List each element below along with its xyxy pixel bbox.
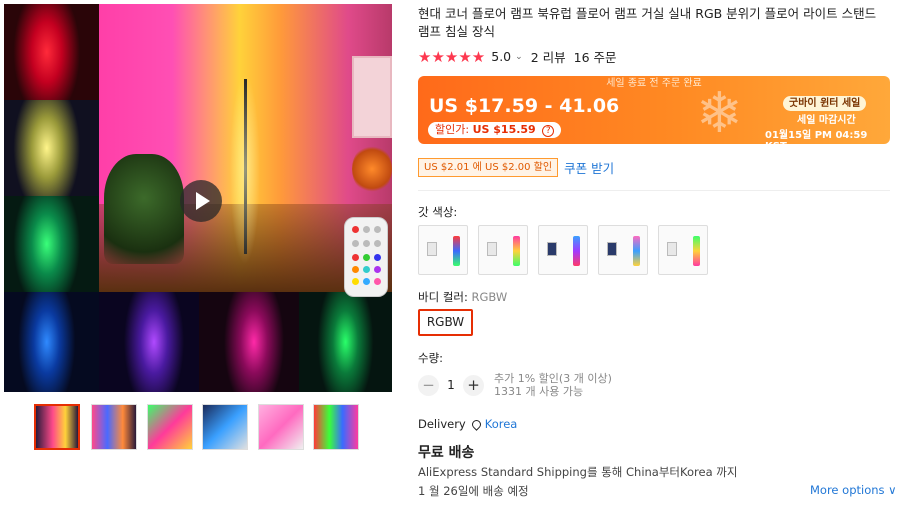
image-tile-green-2 (299, 292, 392, 392)
delivery-country-link[interactable]: Korea (485, 417, 518, 431)
image-lamp-glow (230, 74, 260, 264)
product-title: 현대 코너 플로어 램프 북유럽 플로어 램프 거실 실내 RGB 분위기 플로… (418, 6, 877, 39)
image-flowers (352, 144, 392, 194)
color-option-label: 갓 색상: (418, 205, 458, 219)
sale-price-label: 할인가: (435, 123, 470, 136)
stock-available-note: 1331 개 사용 가능 (494, 385, 584, 398)
image-tile-purple (99, 292, 199, 392)
free-shipping-title: 무료 배송 (418, 445, 475, 461)
delivery-label: Delivery (418, 417, 466, 431)
quantity-decrease-button[interactable]: − (418, 374, 439, 396)
body-color-label: 바디 컬러: (418, 290, 468, 304)
deal-banner: 세일 종료 전 주문 완료 US $17.59 - 41.06 할인가: US … (418, 76, 890, 144)
body-color-value: RGBW (471, 290, 508, 304)
quantity-stepper: − 1 + 추가 1% 할인(3 개 이상) 1331 개 사용 가능 (418, 372, 612, 398)
thumbnail-5[interactable] (258, 404, 304, 450)
thumbnail-6[interactable] (313, 404, 359, 450)
rating-value: 5.0 (491, 49, 512, 64)
review-count-link[interactable]: 2 리뷰 (531, 47, 566, 66)
image-tile-blue (4, 292, 99, 392)
thumbnail-3[interactable] (147, 404, 193, 450)
event-badge: 굿바이 윈터 세일 (783, 96, 867, 111)
color-swatch-3[interactable] (538, 225, 588, 275)
quantity-input[interactable]: 1 (439, 375, 463, 396)
chevron-down-icon[interactable]: ⌄ (515, 52, 523, 62)
event-deadline-label: 세일 마감시간 (797, 115, 856, 126)
delivery-row: Delivery Korea (418, 417, 517, 431)
deal-banner-notice: 세일 종료 전 주문 완료 (606, 78, 702, 89)
rating-row: ★★★★★ 5.0 ⌄ 2 리뷰 16 주문 (418, 47, 617, 66)
main-product-image[interactable] (4, 4, 392, 392)
image-tile-green (4, 196, 99, 292)
remote-control-image (344, 217, 388, 297)
thumbnail-4[interactable] (202, 404, 248, 450)
shipping-method: AliExpress Standard Shipping를 통해 China부터… (418, 465, 738, 479)
image-tile-magenta (199, 292, 299, 392)
star-rating-icon: ★★★★★ (418, 47, 486, 66)
variant-option-rgbw[interactable]: RGBW (418, 309, 473, 336)
section-divider (418, 190, 890, 191)
body-color-label-row: 바디 컬러: RGBW (418, 289, 507, 305)
bulk-discount-note: 추가 1% 할인(3 개 이상) (494, 372, 612, 385)
sale-price-pill: 할인가: US $15.59 ? (428, 122, 562, 138)
sale-price-value: US $15.59 (472, 123, 536, 136)
help-icon[interactable]: ? (542, 125, 555, 137)
image-plant (104, 154, 184, 264)
quantity-label: 수량: (418, 351, 444, 365)
thumbnail-1[interactable] (34, 404, 80, 450)
price-range: US $17.59 - 41.06 (429, 95, 620, 117)
color-swatch-4[interactable] (598, 225, 648, 275)
quantity-increase-button[interactable]: + (463, 374, 484, 396)
coupon-row: US $2.01 에 US $2.00 할인 쿠폰 받기 (418, 158, 614, 177)
thumbnail-2[interactable] (91, 404, 137, 450)
color-swatch-1[interactable] (418, 225, 468, 275)
color-swatch-5[interactable] (658, 225, 708, 275)
quantity-note: 추가 1% 할인(3 개 이상) 1331 개 사용 가능 (494, 372, 612, 398)
order-count: 16 주문 (573, 50, 617, 65)
event-end-date: 01월15일 PM 04:59 KST (765, 130, 868, 144)
image-tile-red (4, 4, 99, 100)
location-pin-icon (469, 417, 483, 431)
color-swatch-2[interactable] (478, 225, 528, 275)
snowflake-icon: ❄ (696, 81, 743, 144)
image-tile-yellow (4, 100, 99, 196)
coupon-tag: US $2.01 에 US $2.00 할인 (418, 158, 559, 177)
play-video-button[interactable] (180, 180, 222, 222)
get-coupon-link[interactable]: 쿠폰 받기 (564, 158, 614, 177)
image-picture-frame (352, 56, 392, 138)
delivery-eta: 1 월 26일에 배송 예정 (418, 484, 529, 498)
more-options-link[interactable]: More options ∨ (810, 483, 897, 497)
